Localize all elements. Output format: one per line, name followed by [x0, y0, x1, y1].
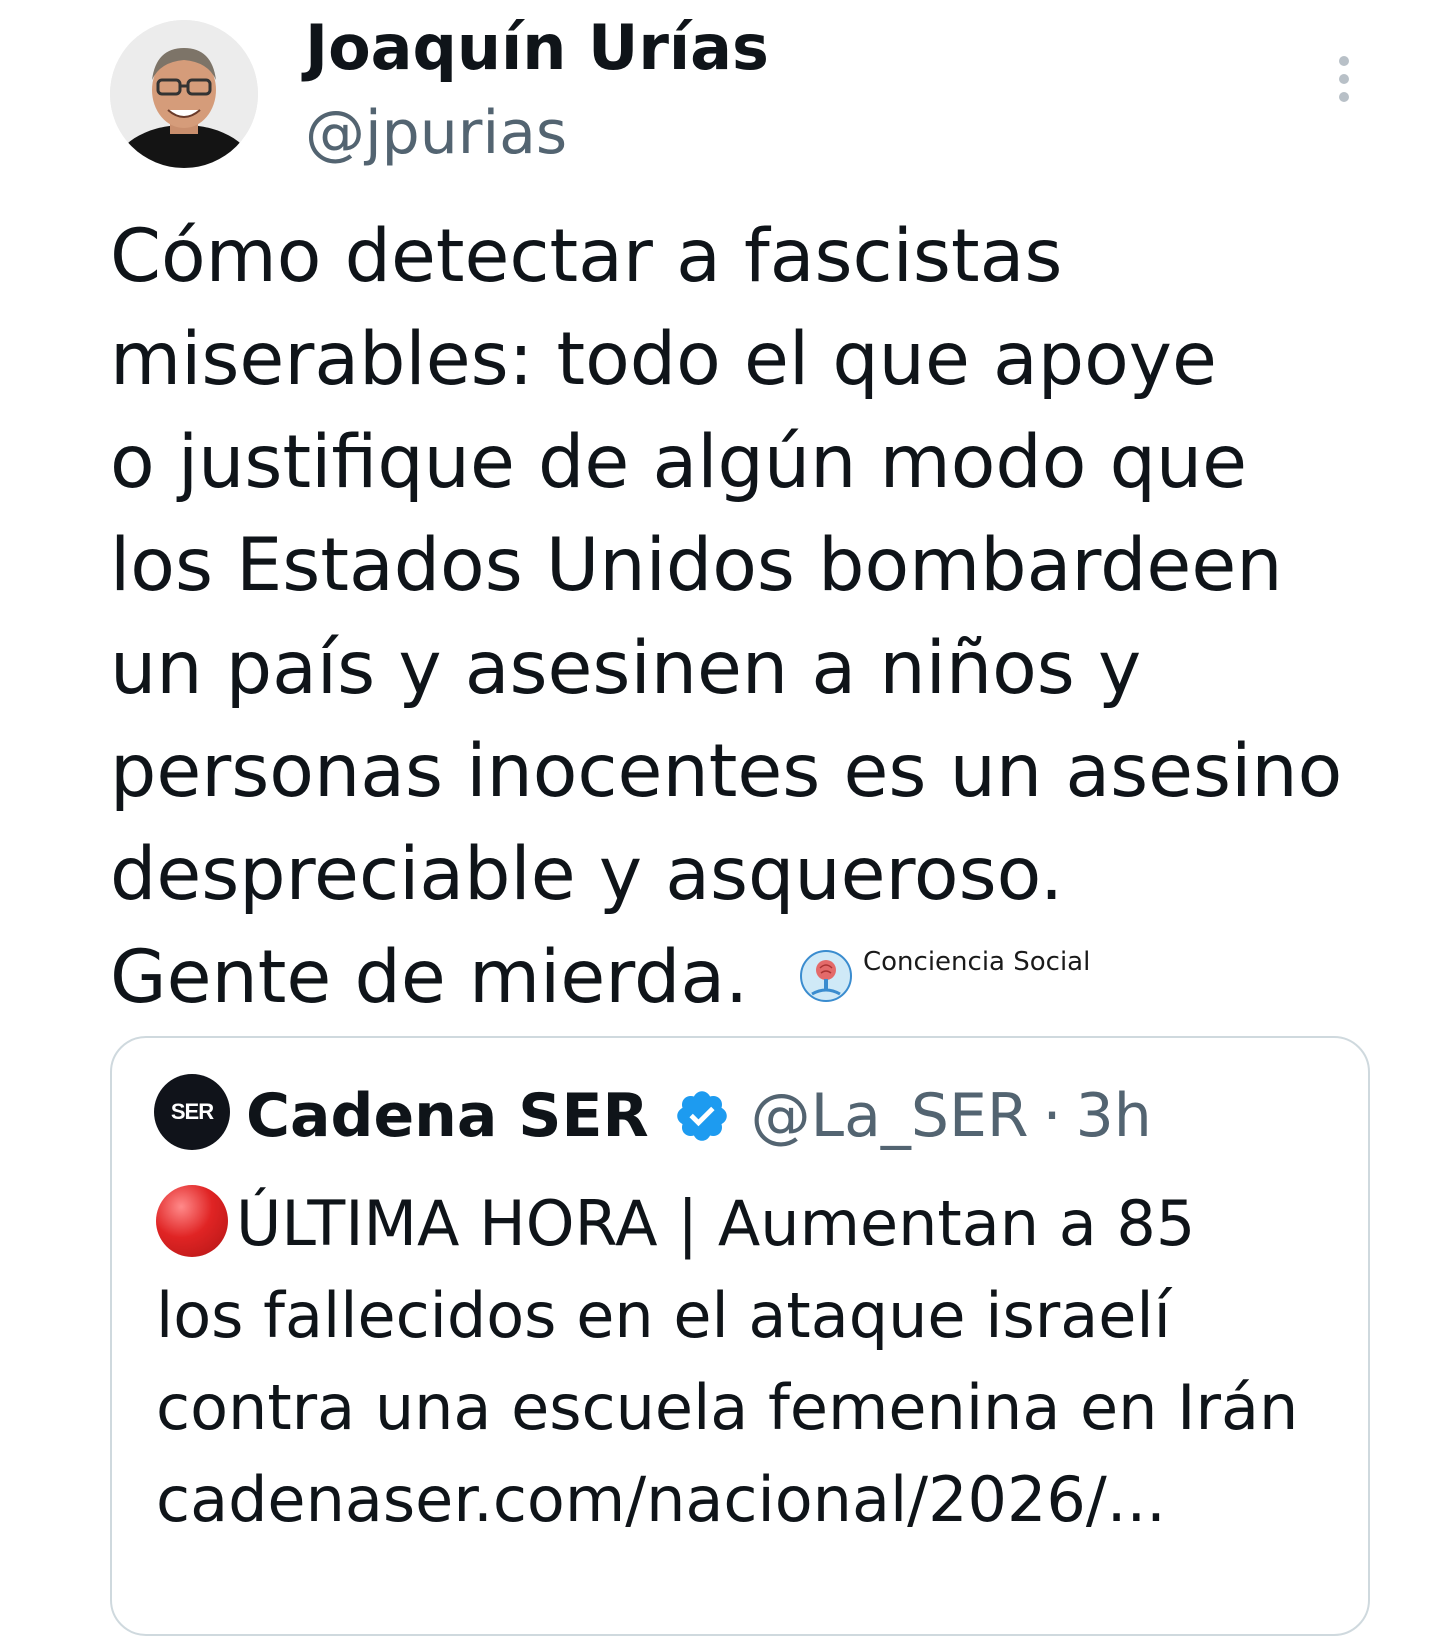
- quoted-text-line: ÚLTIMA HORA | Aumentan a 85: [156, 1178, 1356, 1270]
- quoted-author-avatar[interactable]: SER: [154, 1074, 230, 1150]
- quoted-avatar-logo: SER: [170, 1099, 214, 1124]
- quoted-tweet-card[interactable]: SER Cadena SER @La_SER · 3h ÚLTIMA HORA …: [110, 1036, 1370, 1636]
- author-avatar[interactable]: [110, 20, 258, 168]
- author-handle[interactable]: @jpurias: [305, 95, 567, 171]
- quoted-author-handle[interactable]: @La_SER: [751, 1078, 1029, 1154]
- avatar-portrait: [110, 20, 258, 168]
- more-options-icon[interactable]: [1332, 55, 1356, 105]
- separator-dot: ·: [1042, 1081, 1062, 1151]
- verified-badge-icon: [676, 1091, 727, 1141]
- quoted-text-line-2: los fallecidos en el ataque israelí: [156, 1279, 1171, 1352]
- quoted-text-line-1: ÚLTIMA HORA | Aumentan a 85: [236, 1187, 1196, 1260]
- red-circle-icon: [156, 1185, 228, 1257]
- brain-tree-logo-icon: [800, 950, 852, 1002]
- quoted-tweet-header: Cadena SER @La_SER · 3h: [246, 1076, 1152, 1156]
- tweet-text: Cómo detectar a fascistas miserables: to…: [110, 214, 1343, 1020]
- quoted-tweet-text: ÚLTIMA HORA | Aumentan a 85 los fallecid…: [156, 1178, 1356, 1546]
- watermark-text: Conciencia Social: [863, 947, 1091, 977]
- quoted-tweet-timestamp[interactable]: 3h: [1076, 1078, 1152, 1154]
- author-display-name[interactable]: Joaquín Urías: [305, 10, 769, 86]
- quoted-text-line-3: contra una escuela femenina en Irán: [156, 1371, 1299, 1444]
- quoted-author-display-name[interactable]: Cadena SER: [246, 1078, 649, 1154]
- quoted-link[interactable]: cadenaser.com/nacional/2026/...: [156, 1454, 1356, 1546]
